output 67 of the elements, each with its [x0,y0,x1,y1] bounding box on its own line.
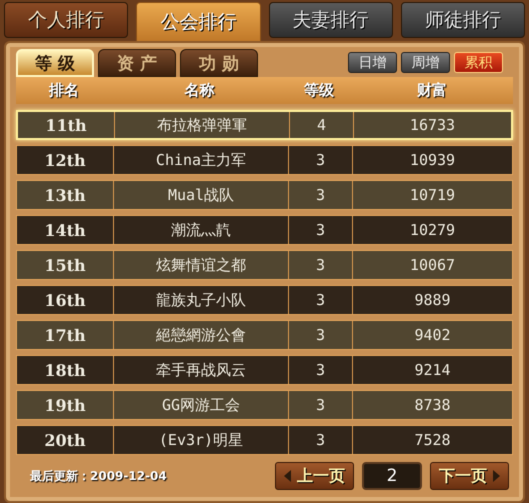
column-header: 等级 [303,81,335,100]
table-cell: 3 [288,251,352,279]
table-cell: 4 [289,112,353,138]
table-row[interactable]: 16th 龍族丸子小队 3 9889 [16,285,513,315]
table-cell: 16733 [353,112,511,138]
table-cell: 炫舞情谊之都 [113,251,288,279]
table-cell-text: 11th [44,114,88,136]
table-cell: Mual战队 [113,181,288,209]
table-cell: 10719 [352,181,512,209]
table-cell: 3 [288,426,352,454]
table-row[interactable]: 14th 潮流灬靔 3 10279 [16,215,513,245]
column-header: 名称 [183,81,216,100]
table-cell: 絕戀網游公會 [113,321,288,349]
ranking-tab[interactable]: 个人排行 [4,2,128,38]
column-header: 财富 [416,81,448,100]
table-cell: 9402 [352,321,512,349]
table-cell: 3 [288,146,352,174]
table-row[interactable]: 15th 炫舞情谊之都 3 10067 [16,250,513,280]
table-row[interactable]: 12th China主力军 3 10939 [16,145,513,175]
table-cell-text: 14th [43,220,87,242]
table-cell: 10279 [352,216,512,244]
table-cell: 龍族丸子小队 [113,286,288,314]
table-cell: 3 [288,181,352,209]
table-cell: China主力军 [113,146,288,174]
previous-page-button[interactable]: 上一页 [275,462,354,490]
category-tab[interactable]: 资 产 [98,49,176,77]
table-cell: 3 [288,356,352,384]
table-cell: GG网游工会 [113,391,288,419]
table-cell-text: 16th [43,290,87,312]
table-cell-text: 18th [43,360,87,382]
period-button[interactable]: 累积 [454,52,503,73]
table-cell: 牵手再战风云 [113,356,288,384]
caret-left-icon [284,470,291,482]
table-row[interactable]: 11th 布拉格弹弹軍 4 16733 [16,110,513,140]
table-cell: 3 [288,216,352,244]
caret-right-icon [493,470,500,482]
table-cell: 3 [288,286,352,314]
category-tab[interactable]: 功 勋 [180,49,258,77]
table-cell: 潮流灬靔 [113,216,288,244]
table-row[interactable]: 20th (Ev3r)明星 3 7528 [16,425,513,455]
table-cell: 3 [288,321,352,349]
table-cell: 9889 [352,286,512,314]
table-cell-text: 13th [43,184,87,206]
category-tab[interactable]: 等 级 [16,49,94,77]
page-number-field[interactable]: 2 [362,462,422,490]
table-row[interactable]: 19th GG网游工会 3 8738 [16,390,513,420]
table-cell: (Ev3r)明星 [113,426,288,454]
table-cell: 布拉格弹弹軍 [114,112,289,138]
table-cell-text: 12th [43,150,87,172]
table-cell: 10067 [352,251,512,279]
table-cell: 7528 [352,426,512,454]
table-cell: 10939 [352,146,512,174]
period-button[interactable]: 周增 [401,52,450,73]
table-row[interactable]: 17th 絕戀網游公會 3 9402 [16,320,513,350]
table-cell-text: 19th [43,394,87,416]
column-header: 排名 [48,81,80,100]
table-cell-text: 17th [43,324,87,346]
table-cell: 8738 [352,391,512,419]
period-button[interactable]: 日增 [348,52,397,73]
table-row[interactable]: 13th Mual战队 3 10719 [16,180,513,210]
table-cell: 3 [288,391,352,419]
table-cell-text: 20th [43,430,87,452]
next-page-button[interactable]: 下一页 [430,462,509,490]
table-cell: 9214 [352,356,512,384]
table-row[interactable]: 18th 牵手再战风云 3 9214 [16,355,513,385]
last-updated-text: 最后更新：2009-12-04 [30,468,167,484]
table-cell-text: 15th [43,254,87,276]
